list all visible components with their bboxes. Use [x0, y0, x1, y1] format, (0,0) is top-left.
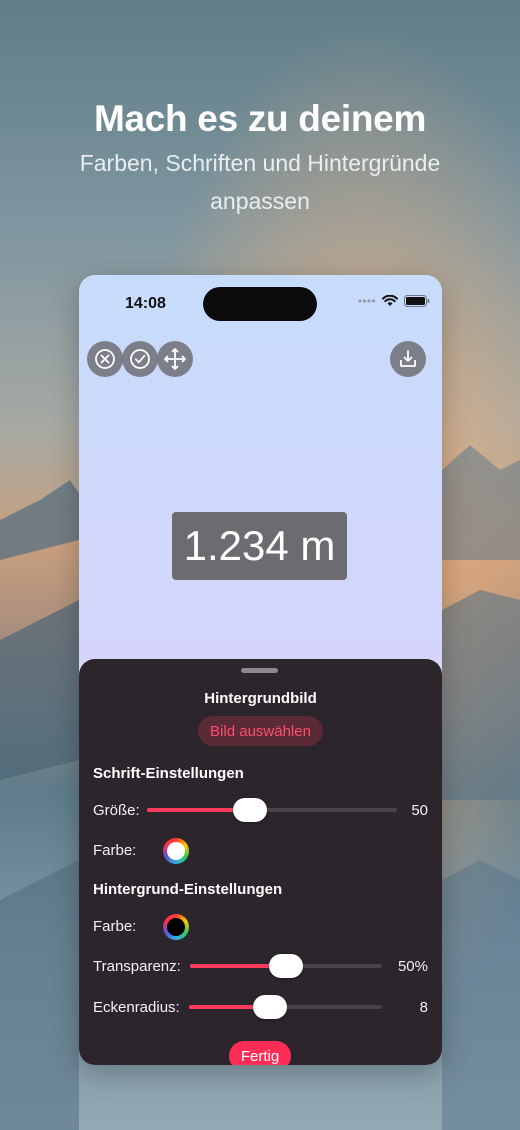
checkmark-icon — [130, 349, 150, 369]
size-label: Größe: — [93, 802, 140, 819]
promo-subline: Farben, Schriften und Hintergründe anpas… — [79, 150, 441, 214]
sheet-title: Hintergrundbild — [204, 690, 317, 707]
transparency-slider[interactable] — [190, 954, 382, 978]
move-button[interactable] — [157, 341, 193, 377]
size-slider[interactable] — [147, 798, 397, 822]
pick-image-button[interactable]: Bild auswählen — [198, 716, 323, 746]
signal-icon — [358, 299, 376, 303]
corner-radius-slider[interactable] — [189, 995, 382, 1019]
confirm-button[interactable] — [122, 341, 158, 377]
font-settings-title: Schrift-Einstellungen — [93, 765, 244, 782]
dynamic-island — [203, 287, 317, 321]
status-time: 14:08 — [125, 295, 166, 312]
slider-thumb[interactable] — [269, 954, 303, 978]
sheet-grabber[interactable] — [241, 668, 278, 673]
corner-radius-label: Eckenradius: — [93, 999, 180, 1016]
size-value: 50 — [411, 802, 428, 819]
font-color-swatch — [167, 842, 185, 860]
close-button[interactable] — [87, 341, 123, 377]
save-button[interactable] — [390, 341, 426, 377]
background-color-swatch — [167, 918, 185, 936]
phone-screen: 14:08 1.234 m Hintergrundbild Bild auswä… — [79, 275, 442, 1065]
background-color-picker[interactable] — [163, 914, 189, 940]
slider-thumb[interactable] — [253, 995, 287, 1019]
font-color-label: Farbe: — [93, 842, 137, 859]
measurement-display[interactable]: 1.234 m — [172, 512, 347, 580]
slider-thumb[interactable] — [233, 798, 267, 822]
background-settings-title: Hintergrund-Einstellungen — [93, 881, 283, 898]
save-download-icon — [400, 350, 416, 367]
font-color-picker[interactable] — [163, 838, 189, 864]
done-button[interactable]: Fertig — [229, 1041, 291, 1065]
close-icon — [95, 349, 115, 369]
transparency-value: 50% — [397, 958, 428, 975]
settings-sheet: Hintergrundbild Bild auswählen Schrift-E… — [79, 659, 442, 1065]
background-color-label: Farbe: — [93, 918, 137, 935]
move-arrows-icon — [164, 348, 186, 370]
wifi-icon — [382, 295, 398, 306]
transparency-label: Transparenz: — [93, 958, 181, 975]
corner-radius-value: 8 — [419, 999, 428, 1016]
promo-headline: Mach es zu deinem — [93, 98, 427, 139]
battery-icon — [404, 295, 430, 307]
status-icons — [358, 295, 430, 307]
